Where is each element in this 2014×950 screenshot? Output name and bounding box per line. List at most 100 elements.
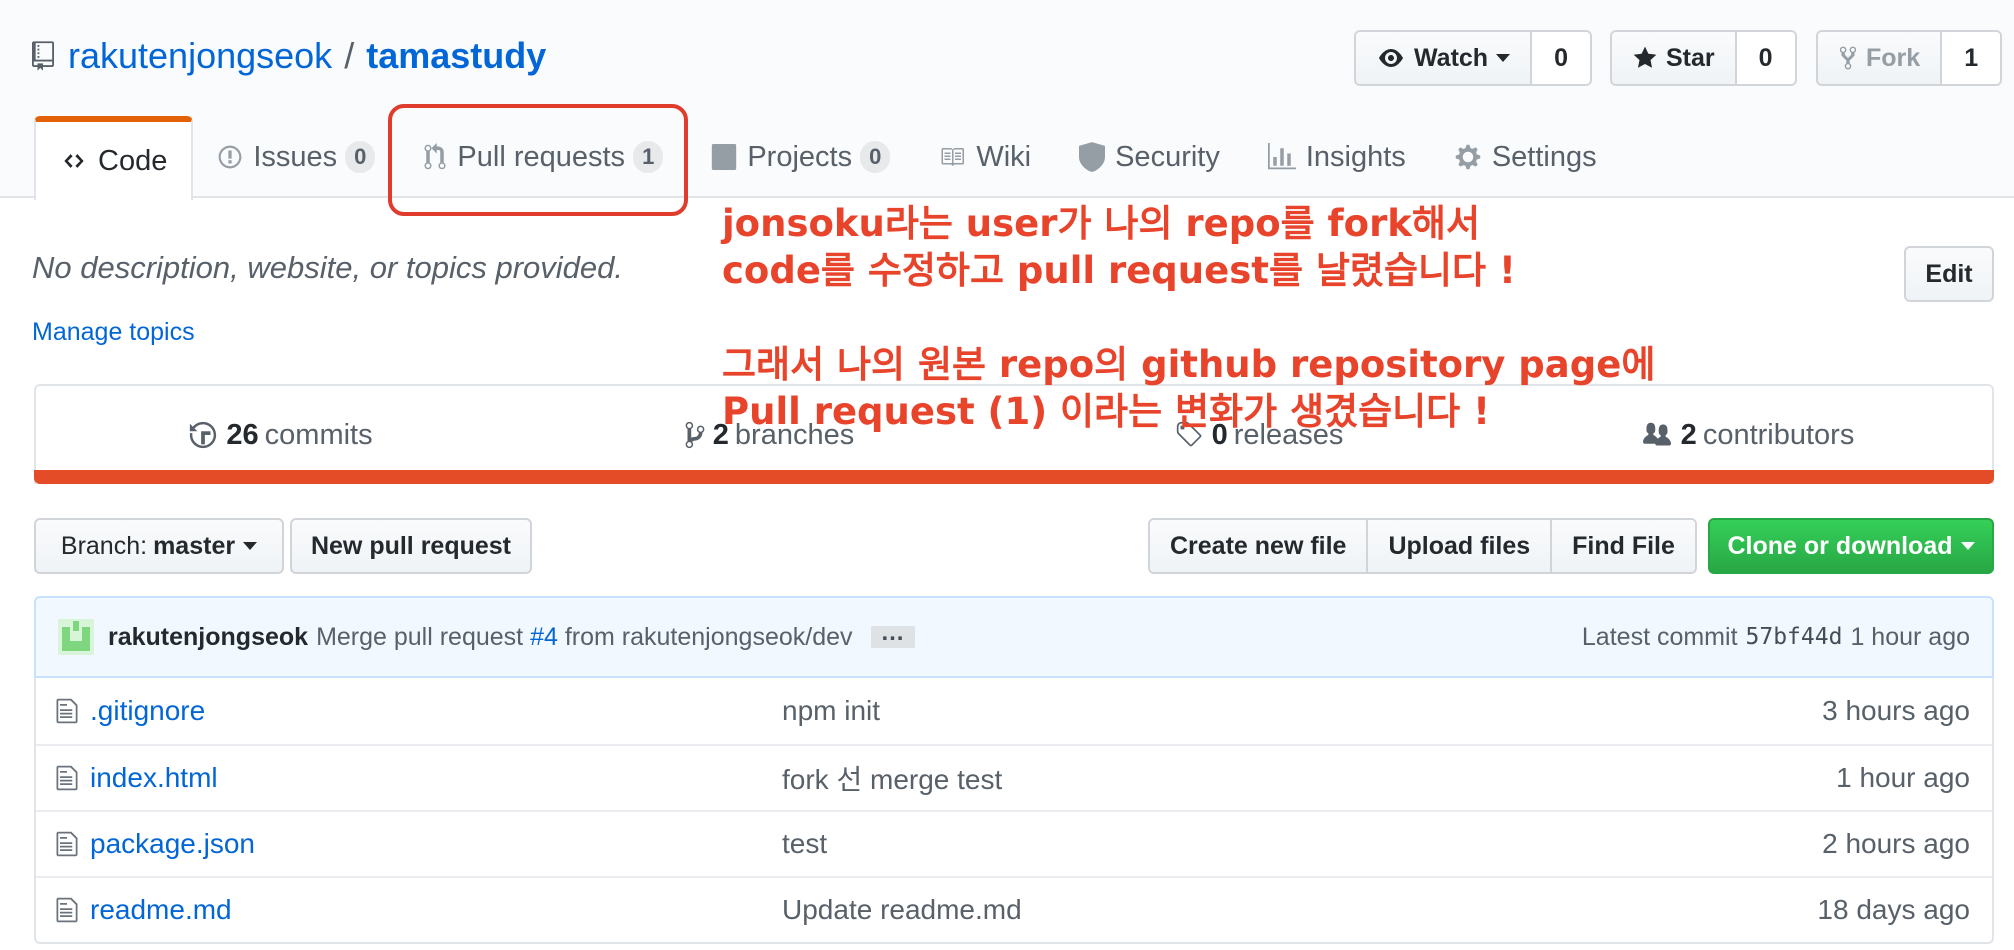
file-age: 3 hours ago	[1822, 695, 1970, 726]
file-commit-message[interactable]: test	[782, 828, 1822, 860]
file-age: 1 hour ago	[1836, 762, 1970, 793]
latest-commit-bar: rakutenjongseok Merge pull request #4 fr…	[34, 596, 1994, 678]
commits-count: 26	[226, 418, 259, 451]
watch-count[interactable]: 0	[1532, 32, 1590, 84]
watch-button[interactable]: Watch	[1356, 32, 1533, 84]
repo-separator: /	[344, 35, 355, 76]
tab-settings[interactable]: Settings	[1430, 116, 1621, 198]
file-icon	[56, 764, 78, 792]
tab-label: Code	[98, 144, 168, 177]
chevron-down-icon	[1496, 54, 1511, 62]
repo-owner-link[interactable]: rakutenjongseok	[68, 35, 332, 77]
chevron-down-icon	[243, 542, 258, 550]
tab-label: Projects	[747, 140, 853, 173]
table-row: index.html fork 선 merge test 1 hour ago	[36, 744, 1992, 810]
tab-label: Settings	[1491, 140, 1597, 173]
file-name: index.html	[90, 762, 218, 793]
commit-message-prefix: Merge pull request	[316, 622, 524, 651]
tab-projects[interactable]: Projects 0	[687, 116, 914, 198]
file-name-link[interactable]: readme.md	[90, 894, 782, 926]
file-name-link[interactable]: package.json	[90, 828, 782, 860]
file-name: package.json	[90, 828, 256, 859]
annotation-line-3: 그래서 나의 원본 repo의 github repository page에	[722, 343, 1656, 386]
contributors-label: contributors	[1702, 418, 1855, 451]
clone-or-download-button[interactable]: Clone or download	[1708, 518, 1994, 574]
expand-commit-button[interactable]: …	[870, 621, 915, 648]
history-icon	[190, 421, 217, 449]
annotation-line-4: Pull request (1) 이라는 변화가 생겼습니다 !	[722, 390, 1490, 433]
fork-button[interactable]: Fork	[1818, 32, 1943, 84]
branch-select-button[interactable]: Branch: master	[34, 518, 284, 574]
tab-wiki[interactable]: Wiki	[914, 116, 1055, 198]
repo-icon	[32, 41, 54, 71]
contributors-count: 2	[1680, 418, 1697, 451]
star-group: Star 0	[1610, 30, 1797, 86]
avatar[interactable]	[58, 619, 94, 655]
file-commit-message[interactable]: Update readme.md	[782, 894, 1817, 926]
table-row: package.json test 2 hours ago	[36, 810, 1992, 876]
code-icon	[64, 154, 84, 168]
book-icon	[941, 148, 965, 166]
watch-label: Watch	[1414, 43, 1489, 72]
table-row: .gitignore npm init 3 hours ago	[36, 678, 1992, 744]
file-commit-message[interactable]: fork 선 merge test	[782, 758, 1836, 798]
commit-message-suffix: from rakutenjongseok/dev	[564, 622, 853, 651]
fork-count[interactable]: 1	[1942, 32, 2001, 84]
commit-sha[interactable]: 57bf44d	[1746, 624, 1843, 650]
fork-icon	[1839, 46, 1857, 70]
find-file-button[interactable]: Find File	[1552, 520, 1695, 572]
tab-label: Security	[1115, 140, 1220, 173]
star-label: Star	[1666, 43, 1715, 72]
edit-button[interactable]: Edit	[1904, 246, 1994, 302]
tab-counter: 0	[345, 140, 376, 174]
create-new-file-button[interactable]: Create new file	[1150, 520, 1369, 572]
project-icon	[712, 144, 737, 170]
commit-pr-link[interactable]: #4	[530, 623, 558, 651]
eye-icon	[1379, 49, 1403, 67]
repo-name-link[interactable]: tamastudy	[366, 35, 546, 77]
file-name: readme.md	[90, 894, 232, 925]
clone-label: Clone or download	[1727, 531, 1953, 560]
repo-description: No description, website, or topics provi…	[32, 250, 624, 285]
chevron-down-icon	[1960, 542, 1975, 550]
file-actions-group: Create new file Upload files Find File	[1148, 518, 1697, 574]
tab-security[interactable]: Security	[1055, 116, 1244, 198]
table-row: readme.md Update readme.md 18 days ago	[36, 876, 1992, 942]
people-icon	[1642, 422, 1671, 446]
commit-age: 1 hour ago	[1850, 622, 1970, 651]
tab-counter: 0	[860, 140, 891, 174]
highlight-annotation-box	[388, 104, 688, 216]
manage-topics-link[interactable]: Manage topics	[32, 318, 195, 347]
tab-code[interactable]: Code	[34, 116, 194, 200]
branch-icon	[685, 421, 705, 449]
star-count[interactable]: 0	[1736, 32, 1795, 84]
file-name: .gitignore	[90, 695, 206, 726]
commit-author[interactable]: rakutenjongseok	[108, 623, 308, 652]
commit-message[interactable]: Merge pull request #4 from rakutenjongse…	[316, 623, 852, 652]
issue-icon	[218, 145, 242, 169]
file-name-link[interactable]: index.html	[90, 762, 782, 794]
file-name-link[interactable]: .gitignore	[90, 695, 782, 727]
fork-label: Fork	[1866, 43, 1921, 72]
tab-label: Insights	[1305, 140, 1406, 173]
tab-label: Wiki	[976, 140, 1032, 173]
repo-title: rakutenjongseok / tamastudy	[32, 34, 546, 78]
graph-icon	[1267, 143, 1296, 170]
tab-insights[interactable]: Insights	[1244, 116, 1430, 198]
annotation-line-2: code를 수정하고 pull request를 날렸습니다 !	[722, 249, 1516, 292]
gear-icon	[1455, 144, 1481, 170]
language-bar[interactable]	[34, 470, 1994, 484]
latest-commit-label: Latest commit	[1581, 622, 1738, 651]
file-list: .gitignore npm init 3 hours ago index.ht…	[34, 678, 1994, 944]
star-icon	[1633, 46, 1657, 68]
new-pull-request-button[interactable]: New pull request	[290, 518, 532, 574]
upload-files-button[interactable]: Upload files	[1368, 520, 1553, 572]
shield-icon	[1079, 142, 1106, 172]
annotation-line-1: jonsoku라는 user가 나의 repo를 fork해서	[722, 202, 1480, 245]
file-icon	[56, 896, 78, 924]
file-age: 2 hours ago	[1822, 828, 1970, 859]
file-commit-message[interactable]: npm init	[782, 695, 1822, 727]
star-button[interactable]: Star	[1612, 32, 1737, 84]
tab-issues[interactable]: Issues 0	[193, 116, 399, 198]
watch-group: Watch 0	[1354, 30, 1592, 86]
